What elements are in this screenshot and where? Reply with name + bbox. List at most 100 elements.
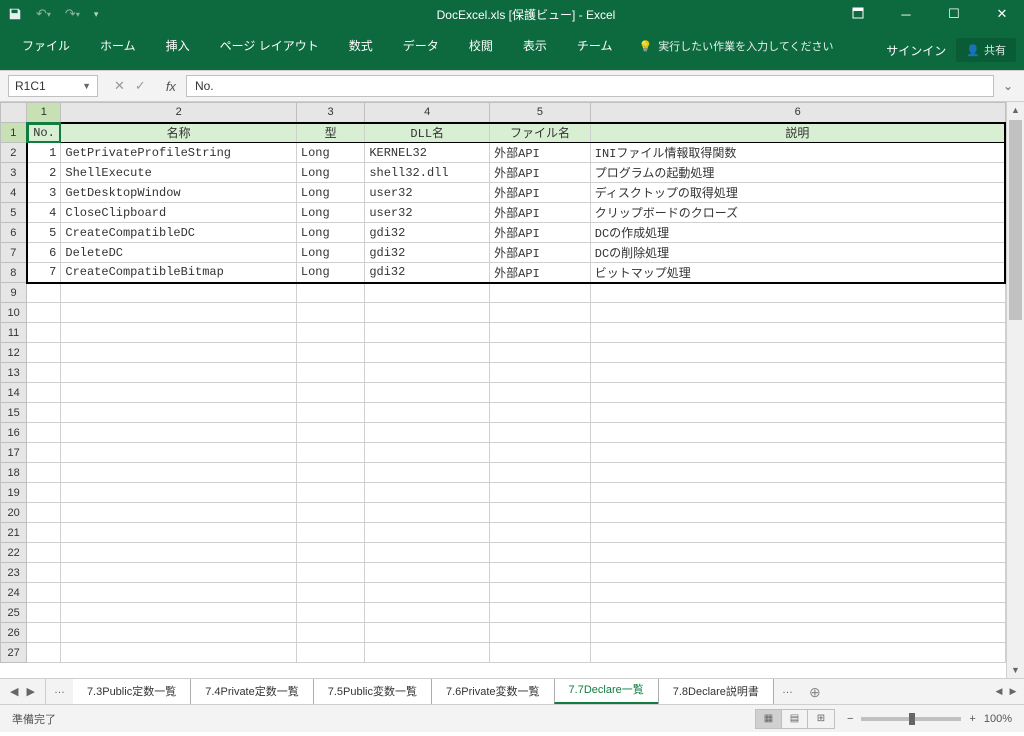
cell[interactable] [27, 623, 61, 643]
cell[interactable] [590, 383, 1005, 403]
row-header[interactable]: 1 [1, 123, 27, 143]
ribbon-options-icon[interactable] [844, 7, 872, 22]
cell[interactable]: クリップボードのクローズ [590, 203, 1005, 223]
cell[interactable] [61, 623, 297, 643]
vertical-scrollbar[interactable]: ▲ ▼ [1006, 102, 1024, 678]
cell[interactable] [27, 343, 61, 363]
cell[interactable] [296, 543, 364, 563]
cell[interactable] [365, 643, 490, 663]
cell[interactable]: 外部API [490, 243, 591, 263]
row-header[interactable]: 21 [1, 523, 27, 543]
cell[interactable] [296, 563, 364, 583]
cell[interactable] [296, 643, 364, 663]
row-header[interactable]: 22 [1, 543, 27, 563]
cell[interactable]: 1 [27, 143, 61, 163]
table-header-cell[interactable]: ファイル名 [490, 123, 591, 143]
table-header-cell[interactable]: 説明 [590, 123, 1005, 143]
cell[interactable] [296, 363, 364, 383]
cell[interactable]: DeleteDC [61, 243, 297, 263]
cell[interactable]: 6 [27, 243, 61, 263]
sheet-tab[interactable]: 7.4Private定数一覧 [190, 679, 314, 704]
scroll-right-icon[interactable]: ▶ [1006, 686, 1020, 697]
cell[interactable] [296, 503, 364, 523]
signin-link[interactable]: サインイン [886, 42, 946, 59]
cell[interactable] [365, 343, 490, 363]
cell[interactable] [590, 463, 1005, 483]
cell[interactable]: 4 [27, 203, 61, 223]
cell[interactable] [27, 303, 61, 323]
cell[interactable]: CreateCompatibleDC [61, 223, 297, 243]
cell[interactable] [27, 563, 61, 583]
zoom-in-icon[interactable]: + [969, 713, 975, 725]
cell[interactable] [27, 283, 61, 303]
cell[interactable]: user32 [365, 203, 490, 223]
cell[interactable] [365, 483, 490, 503]
ribbon-tab[interactable]: ページ レイアウト [206, 29, 333, 62]
cell[interactable] [61, 503, 297, 523]
cell[interactable] [490, 543, 591, 563]
cell[interactable] [296, 523, 364, 543]
cell[interactable]: 外部API [490, 163, 591, 183]
sheet-overflow-left[interactable]: … [46, 679, 73, 704]
cell[interactable] [61, 403, 297, 423]
cell[interactable] [590, 323, 1005, 343]
minimize-icon[interactable]: ─ [892, 7, 920, 22]
cell[interactable] [365, 303, 490, 323]
cell[interactable] [61, 443, 297, 463]
cell[interactable]: Long [296, 243, 364, 263]
cell[interactable] [490, 483, 591, 503]
cell[interactable]: 外部API [490, 223, 591, 243]
cell[interactable]: INIファイル情報取得関数 [590, 143, 1005, 163]
cell[interactable]: ビットマップ処理 [590, 263, 1005, 283]
cell[interactable] [490, 503, 591, 523]
cell[interactable]: 外部API [490, 203, 591, 223]
row-header[interactable]: 12 [1, 343, 27, 363]
cell[interactable] [296, 283, 364, 303]
cell[interactable] [27, 603, 61, 623]
cell[interactable]: 7 [27, 263, 61, 283]
row-header[interactable]: 4 [1, 183, 27, 203]
cell[interactable]: 外部API [490, 263, 591, 283]
cell[interactable] [590, 303, 1005, 323]
cell[interactable] [590, 603, 1005, 623]
formula-input[interactable]: No. [186, 75, 994, 97]
ribbon-tab[interactable]: 挿入 [152, 29, 204, 62]
sheet-nav-prev-icon[interactable]: ◀ [10, 685, 18, 698]
zoom-value[interactable]: 100% [984, 713, 1012, 725]
cell[interactable] [296, 423, 364, 443]
row-header[interactable]: 13 [1, 363, 27, 383]
cell[interactable] [490, 363, 591, 383]
cell[interactable] [27, 583, 61, 603]
cell[interactable] [61, 543, 297, 563]
cell[interactable]: ShellExecute [61, 163, 297, 183]
row-header[interactable]: 5 [1, 203, 27, 223]
cell[interactable]: DCの削除処理 [590, 243, 1005, 263]
sheet-tab[interactable]: 7.8Declare説明書 [658, 679, 774, 704]
cell[interactable] [590, 443, 1005, 463]
cell[interactable] [365, 523, 490, 543]
cell[interactable]: gdi32 [365, 223, 490, 243]
cell[interactable]: Long [296, 143, 364, 163]
scroll-left-icon[interactable]: ◀ [992, 686, 1006, 697]
cell[interactable] [490, 283, 591, 303]
cell[interactable] [61, 483, 297, 503]
cell[interactable] [365, 463, 490, 483]
cell[interactable] [365, 423, 490, 443]
cell[interactable] [590, 583, 1005, 603]
cell[interactable]: Long [296, 163, 364, 183]
cell[interactable] [27, 503, 61, 523]
row-header[interactable]: 7 [1, 243, 27, 263]
cell[interactable] [61, 563, 297, 583]
cell[interactable] [61, 303, 297, 323]
row-header[interactable]: 10 [1, 303, 27, 323]
cell[interactable]: 2 [27, 163, 61, 183]
add-sheet-icon[interactable]: ⊕ [801, 679, 829, 704]
cell[interactable] [365, 603, 490, 623]
cell[interactable] [490, 563, 591, 583]
cell[interactable] [590, 283, 1005, 303]
row-header[interactable]: 16 [1, 423, 27, 443]
cell[interactable] [365, 403, 490, 423]
cell[interactable] [296, 583, 364, 603]
cell[interactable] [490, 303, 591, 323]
cell[interactable]: プログラムの起動処理 [590, 163, 1005, 183]
